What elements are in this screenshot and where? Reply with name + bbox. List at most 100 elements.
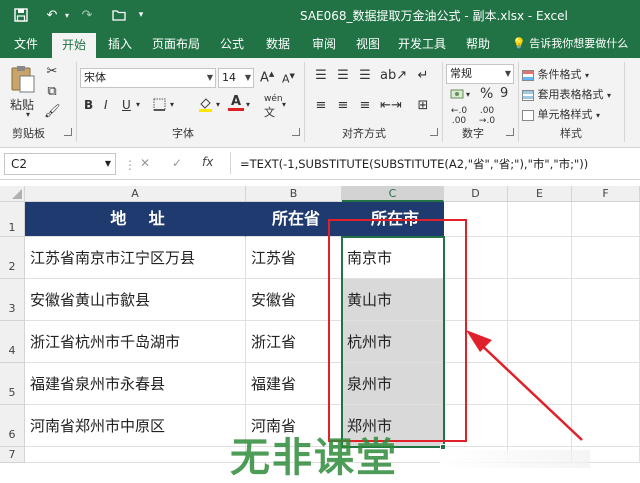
cell-b2[interactable]: 江苏省 (246, 237, 342, 279)
header-cell-province[interactable]: 所在省 (246, 202, 342, 237)
cell-d2[interactable] (444, 237, 508, 279)
phonetic-button[interactable]: wén 文 (264, 94, 283, 120)
column-header-f[interactable]: F (572, 186, 640, 202)
paste-dropdown-icon[interactable]: ▾ (26, 110, 30, 119)
borders-icon[interactable] (150, 98, 168, 115)
percent-button[interactable]: % (480, 86, 493, 102)
font-name-dropdown[interactable]: 宋体 ▼ (80, 68, 216, 88)
format-as-table-button[interactable]: 套用表格格式 ▾ (522, 86, 611, 102)
font-color-dropdown-icon[interactable]: ▾ (246, 100, 250, 109)
indent-icon[interactable]: ⇤⇥ (380, 98, 402, 113)
undo-icon[interactable]: ↶ (42, 6, 62, 24)
tab-insert[interactable]: 插入 (100, 30, 140, 58)
cell-e6[interactable] (508, 405, 572, 447)
cell-b3[interactable]: 安徽省 (246, 279, 342, 321)
row-header-1[interactable]: 1 (0, 202, 25, 237)
font-size-dropdown[interactable]: 14 ▼ (218, 68, 254, 88)
header-cell-address[interactable]: 地 址 (25, 202, 246, 237)
cell-a2[interactable]: 江苏省南京市江宁区万县 (25, 237, 246, 279)
row-header-6[interactable]: 6 (0, 405, 25, 447)
column-header-a[interactable]: A (25, 186, 246, 202)
cancel-icon[interactable]: ✕ (140, 156, 150, 170)
copy-icon[interactable]: ⧉ (44, 84, 60, 99)
phonetic-dropdown-icon[interactable]: ▾ (282, 100, 286, 109)
column-header-d[interactable]: D (444, 186, 508, 202)
italic-button[interactable]: I (104, 98, 108, 112)
currency-icon[interactable] (448, 88, 466, 104)
align-bottom-icon[interactable]: ☰ (356, 68, 374, 83)
cell-a6[interactable]: 河南省郑州市中原区 (25, 405, 246, 447)
row-header-5[interactable]: 5 (0, 363, 25, 405)
formula-input[interactable]: =TEXT(-1,SUBSTITUTE(SUBSTITUTE(A2,"省","省… (240, 156, 588, 172)
tab-data[interactable]: 数据 (258, 30, 298, 58)
increase-decimal-icon[interactable]: ←.0.00 (448, 106, 470, 126)
enter-icon[interactable]: ✓ (172, 156, 182, 170)
align-top-icon[interactable]: ☰ (312, 68, 330, 83)
tab-review[interactable]: 审阅 (304, 30, 344, 58)
cut-icon[interactable]: ✂ (44, 64, 60, 79)
cell-f6[interactable] (572, 405, 640, 447)
cell-f2[interactable] (572, 237, 640, 279)
cell-d6[interactable] (444, 405, 508, 447)
comma-button[interactable]: 9 (500, 86, 508, 101)
cell-d5[interactable] (444, 363, 508, 405)
cell-f3[interactable] (572, 279, 640, 321)
cell-b5[interactable]: 福建省 (246, 363, 342, 405)
cell-e3[interactable] (508, 279, 572, 321)
cell-styles-button[interactable]: 单元格样式 ▾ (522, 106, 600, 122)
decrease-decimal-icon[interactable]: .00 →.0 (476, 106, 498, 126)
number-format-dropdown[interactable]: 常规 ▼ (446, 64, 514, 84)
cell-a7[interactable] (25, 447, 246, 463)
bold-button[interactable]: B (84, 98, 93, 112)
undo-dropdown-icon[interactable]: ▾ (62, 6, 72, 24)
header-cell-city[interactable]: 所在市 (342, 202, 444, 237)
cell-d1[interactable] (444, 202, 508, 237)
cell-e4[interactable] (508, 321, 572, 363)
column-header-e[interactable]: E (508, 186, 572, 202)
cell-f4[interactable] (572, 321, 640, 363)
increase-font-button[interactable]: A▲ (260, 70, 274, 85)
insert-function-icon[interactable]: fx (202, 155, 213, 169)
fill-color-icon[interactable] (196, 96, 214, 116)
cell-f1[interactable] (572, 202, 640, 237)
orientation-icon[interactable]: ab↗ (380, 68, 407, 83)
row-header-2[interactable]: 2 (0, 237, 25, 279)
tab-home[interactable]: 开始 (52, 33, 96, 58)
name-box[interactable]: C2 ▼ (4, 153, 116, 175)
borders-dropdown-icon[interactable]: ▾ (170, 100, 174, 109)
paste-button[interactable]: 粘贴 (10, 96, 34, 113)
cell-c5[interactable]: 泉州市 (342, 363, 444, 405)
open-folder-icon[interactable] (110, 6, 128, 24)
tab-file[interactable]: 文件 (6, 30, 46, 58)
select-all-corner[interactable] (0, 186, 25, 202)
align-center-icon[interactable]: ≡ (334, 98, 352, 113)
paste-icon[interactable] (8, 64, 38, 94)
cell-d3[interactable] (444, 279, 508, 321)
fill-color-dropdown-icon[interactable]: ▾ (216, 100, 220, 109)
row-header-3[interactable]: 3 (0, 279, 25, 321)
font-launcher-icon[interactable] (292, 128, 300, 136)
redo-icon[interactable]: ↷ (78, 6, 96, 24)
cell-e2[interactable] (508, 237, 572, 279)
cell-c2[interactable]: 南京市 (342, 237, 444, 279)
tab-view[interactable]: 视图 (348, 30, 388, 58)
currency-dropdown-icon[interactable]: ▾ (466, 90, 470, 99)
cell-c4[interactable]: 杭州市 (342, 321, 444, 363)
align-middle-icon[interactable]: ☰ (334, 68, 352, 83)
font-color-icon[interactable]: A (228, 94, 244, 111)
merge-center-icon[interactable]: ⊞ (414, 98, 432, 113)
cell-c3[interactable]: 黄山市 (342, 279, 444, 321)
column-header-c[interactable]: C (342, 186, 444, 202)
clipboard-launcher-icon[interactable] (64, 128, 72, 136)
conditional-formatting-button[interactable]: 条件格式 ▾ (522, 66, 589, 82)
column-header-b[interactable]: B (246, 186, 342, 202)
alignment-launcher-icon[interactable] (430, 128, 438, 136)
number-launcher-icon[interactable] (506, 128, 514, 136)
tell-me-box[interactable]: 💡 告诉我你想要做什么 (512, 30, 628, 58)
tab-formulas[interactable]: 公式 (212, 30, 252, 58)
save-icon[interactable] (12, 6, 30, 24)
align-left-icon[interactable]: ≡ (312, 98, 330, 113)
customize-toolbar-icon[interactable]: ▾ (134, 6, 148, 24)
cell-d4[interactable] (444, 321, 508, 363)
decrease-font-button[interactable]: A▼ (282, 72, 295, 86)
